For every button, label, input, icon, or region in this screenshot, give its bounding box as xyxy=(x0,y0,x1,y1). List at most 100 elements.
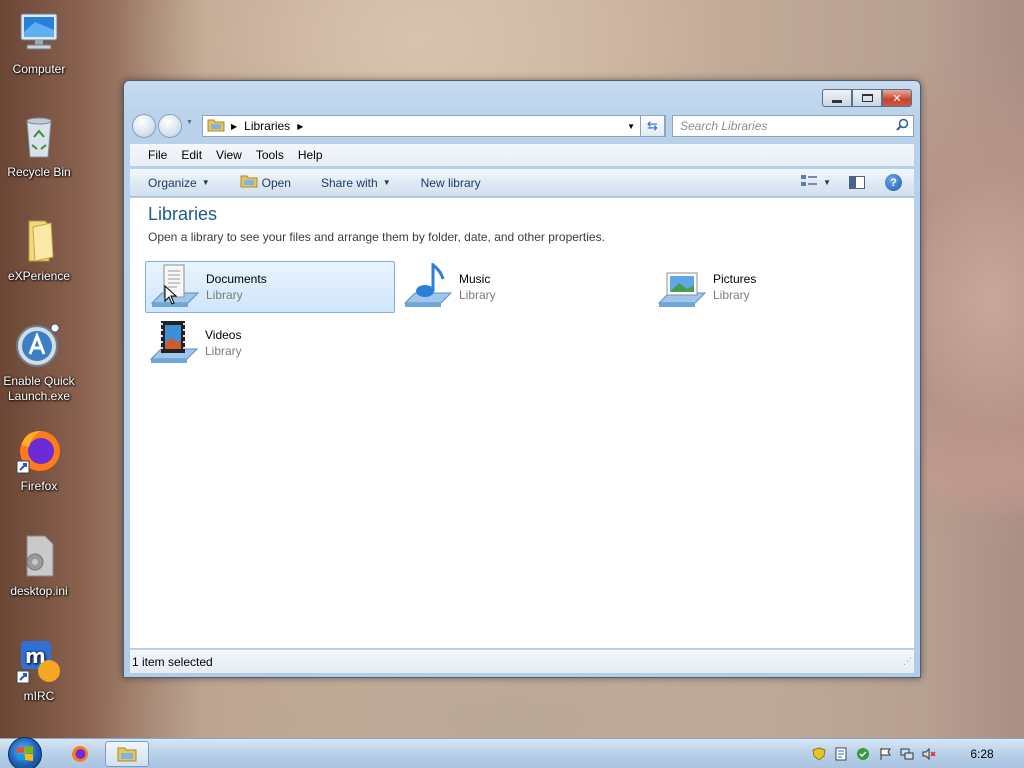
item-name: Music xyxy=(459,272,491,286)
start-button[interactable] xyxy=(8,737,42,768)
page-title: Libraries xyxy=(148,204,218,224)
taskbar: 6:28 xyxy=(0,737,1024,768)
menu-file[interactable]: File xyxy=(148,148,167,162)
minimize-icon xyxy=(832,99,842,103)
new-library-label: New library xyxy=(420,175,481,190)
desktop-icon-label: Enable Quick Launch.exe xyxy=(3,374,75,403)
back-button[interactable] xyxy=(132,114,156,138)
item-kind: Library xyxy=(459,288,496,302)
explorer-window: ✕ ▼ ▶ Libraries ▶ ▼ ⇆ Search Libraries F… xyxy=(123,80,921,678)
help-button[interactable]: ? xyxy=(885,174,902,191)
maximize-icon xyxy=(861,94,873,102)
help-icon: ? xyxy=(885,174,902,191)
maximize-button[interactable] xyxy=(852,89,882,107)
pictures-library-icon xyxy=(657,263,707,311)
library-item-videos[interactable]: Videos Library xyxy=(145,317,395,369)
desktop-icon-firefox[interactable]: Firefox xyxy=(0,427,78,494)
mouse-pointer-icon xyxy=(164,285,178,305)
share-with-button[interactable]: Share with ▼ xyxy=(321,176,391,190)
breadcrumb-libraries[interactable]: Libraries xyxy=(244,119,290,133)
settings-file-icon xyxy=(15,532,63,580)
refresh-icon: ⇆ xyxy=(647,118,658,133)
music-library-icon xyxy=(403,261,453,311)
library-item-documents[interactable]: Documents Library xyxy=(145,261,395,313)
videos-library-icon xyxy=(149,319,199,367)
address-dropdown-icon[interactable]: ▼ xyxy=(627,122,635,131)
desktop-icon-experience[interactable]: eXPerience xyxy=(0,217,78,284)
chevron-down-icon: ▼ xyxy=(382,178,391,187)
desktop-icon-label: Recycle Bin xyxy=(7,165,71,179)
recycle-bin-icon xyxy=(15,113,63,161)
desktop-icon-mirc[interactable]: m mIRC xyxy=(0,637,78,704)
desktop-icon-desktop-ini[interactable]: desktop.ini xyxy=(0,532,78,599)
preview-pane-icon xyxy=(849,176,865,189)
open-label: Open xyxy=(261,175,291,190)
taskbar-explorer-button[interactable] xyxy=(105,741,149,767)
chevron-down-icon: ▼ xyxy=(201,178,210,187)
share-with-label: Share with xyxy=(320,175,378,190)
document-tray-icon[interactable] xyxy=(834,747,848,761)
item-kind: Library xyxy=(206,288,243,302)
quick-launch-app-icon xyxy=(15,322,63,370)
item-kind: Library xyxy=(713,288,750,302)
search-input[interactable]: Search Libraries xyxy=(672,115,914,137)
caption-buttons: ✕ xyxy=(822,89,912,107)
windows-logo-icon xyxy=(17,746,33,761)
desktop-icon-label: mIRC xyxy=(23,689,55,703)
security-shield-tray-icon[interactable] xyxy=(812,747,826,761)
library-item-pictures[interactable]: Pictures Library xyxy=(653,261,903,313)
desktop-icon-label: Firefox xyxy=(20,479,58,493)
library-item-music[interactable]: Music Library xyxy=(399,261,649,313)
taskbar-clock[interactable]: 6:28 xyxy=(940,747,1024,761)
firefox-icon xyxy=(72,746,88,762)
forward-button[interactable] xyxy=(158,114,182,138)
menu-tools[interactable]: Tools xyxy=(256,148,284,162)
antivirus-tray-icon[interactable] xyxy=(856,747,870,761)
breadcrumb-separator-icon[interactable]: ▶ xyxy=(231,122,237,131)
desktop-icon-label: Computer xyxy=(12,62,66,76)
volume-muted-icon[interactable] xyxy=(922,747,936,761)
menu-edit[interactable]: Edit xyxy=(181,148,202,162)
desktop-icon-label: eXPerience xyxy=(7,269,71,283)
firefox-icon xyxy=(15,427,63,475)
search-icon[interactable] xyxy=(896,118,909,134)
open-button[interactable]: Open xyxy=(240,174,291,191)
address-bar[interactable]: ▶ Libraries ▶ ▼ xyxy=(202,115,666,137)
nav-buttons: ▼ xyxy=(132,113,193,138)
item-name: Documents xyxy=(206,272,267,286)
refresh-button[interactable]: ⇆ xyxy=(640,115,665,137)
item-kind: Library xyxy=(205,344,242,358)
mirc-icon: m xyxy=(15,637,63,685)
menu-bar: File Edit View Tools Help xyxy=(130,144,914,166)
view-options-icon xyxy=(800,174,818,191)
desktop-icon-computer[interactable]: Computer xyxy=(0,10,78,77)
close-icon: ✕ xyxy=(892,92,902,105)
desktop-icon-recycle-bin[interactable]: Recycle Bin xyxy=(0,113,78,180)
navigation-bar: ▼ ▶ Libraries ▶ ▼ ⇆ Search Libraries xyxy=(132,113,914,138)
minimize-button[interactable] xyxy=(822,89,852,107)
documents-library-icon xyxy=(150,263,200,311)
taskbar-firefox-button[interactable] xyxy=(58,741,102,767)
system-tray: 6:28 xyxy=(808,739,1024,768)
status-text: 1 item selected xyxy=(132,654,213,669)
resize-grip-icon[interactable]: ⋰ xyxy=(903,656,912,667)
menu-help[interactable]: Help xyxy=(298,148,323,162)
library-content: Libraries Open a library to see your fil… xyxy=(130,198,914,648)
desktop-icon-enable-quick-launch[interactable]: Enable Quick Launch.exe xyxy=(0,322,78,404)
close-button[interactable]: ✕ xyxy=(882,89,912,107)
command-bar: Organize ▼ Open Share with ▼ New library… xyxy=(130,169,914,197)
action-center-flag-icon[interactable] xyxy=(878,747,892,761)
new-library-button[interactable]: New library xyxy=(421,176,481,190)
libraries-folder-icon xyxy=(207,118,225,135)
organize-button[interactable]: Organize ▼ xyxy=(148,176,210,190)
breadcrumb-separator-icon[interactable]: ▶ xyxy=(297,122,303,131)
recent-pages-chevron-icon[interactable]: ▼ xyxy=(186,119,193,126)
change-view-button[interactable]: ▼ xyxy=(800,174,831,191)
desktop-icon-label: desktop.ini xyxy=(10,584,68,598)
folder-icon xyxy=(117,747,137,762)
chevron-down-icon: ▼ xyxy=(823,178,831,187)
network-tray-icon[interactable] xyxy=(900,747,914,761)
open-folder-icon xyxy=(240,174,258,191)
menu-view[interactable]: View xyxy=(216,148,242,162)
preview-pane-button[interactable] xyxy=(849,176,865,189)
